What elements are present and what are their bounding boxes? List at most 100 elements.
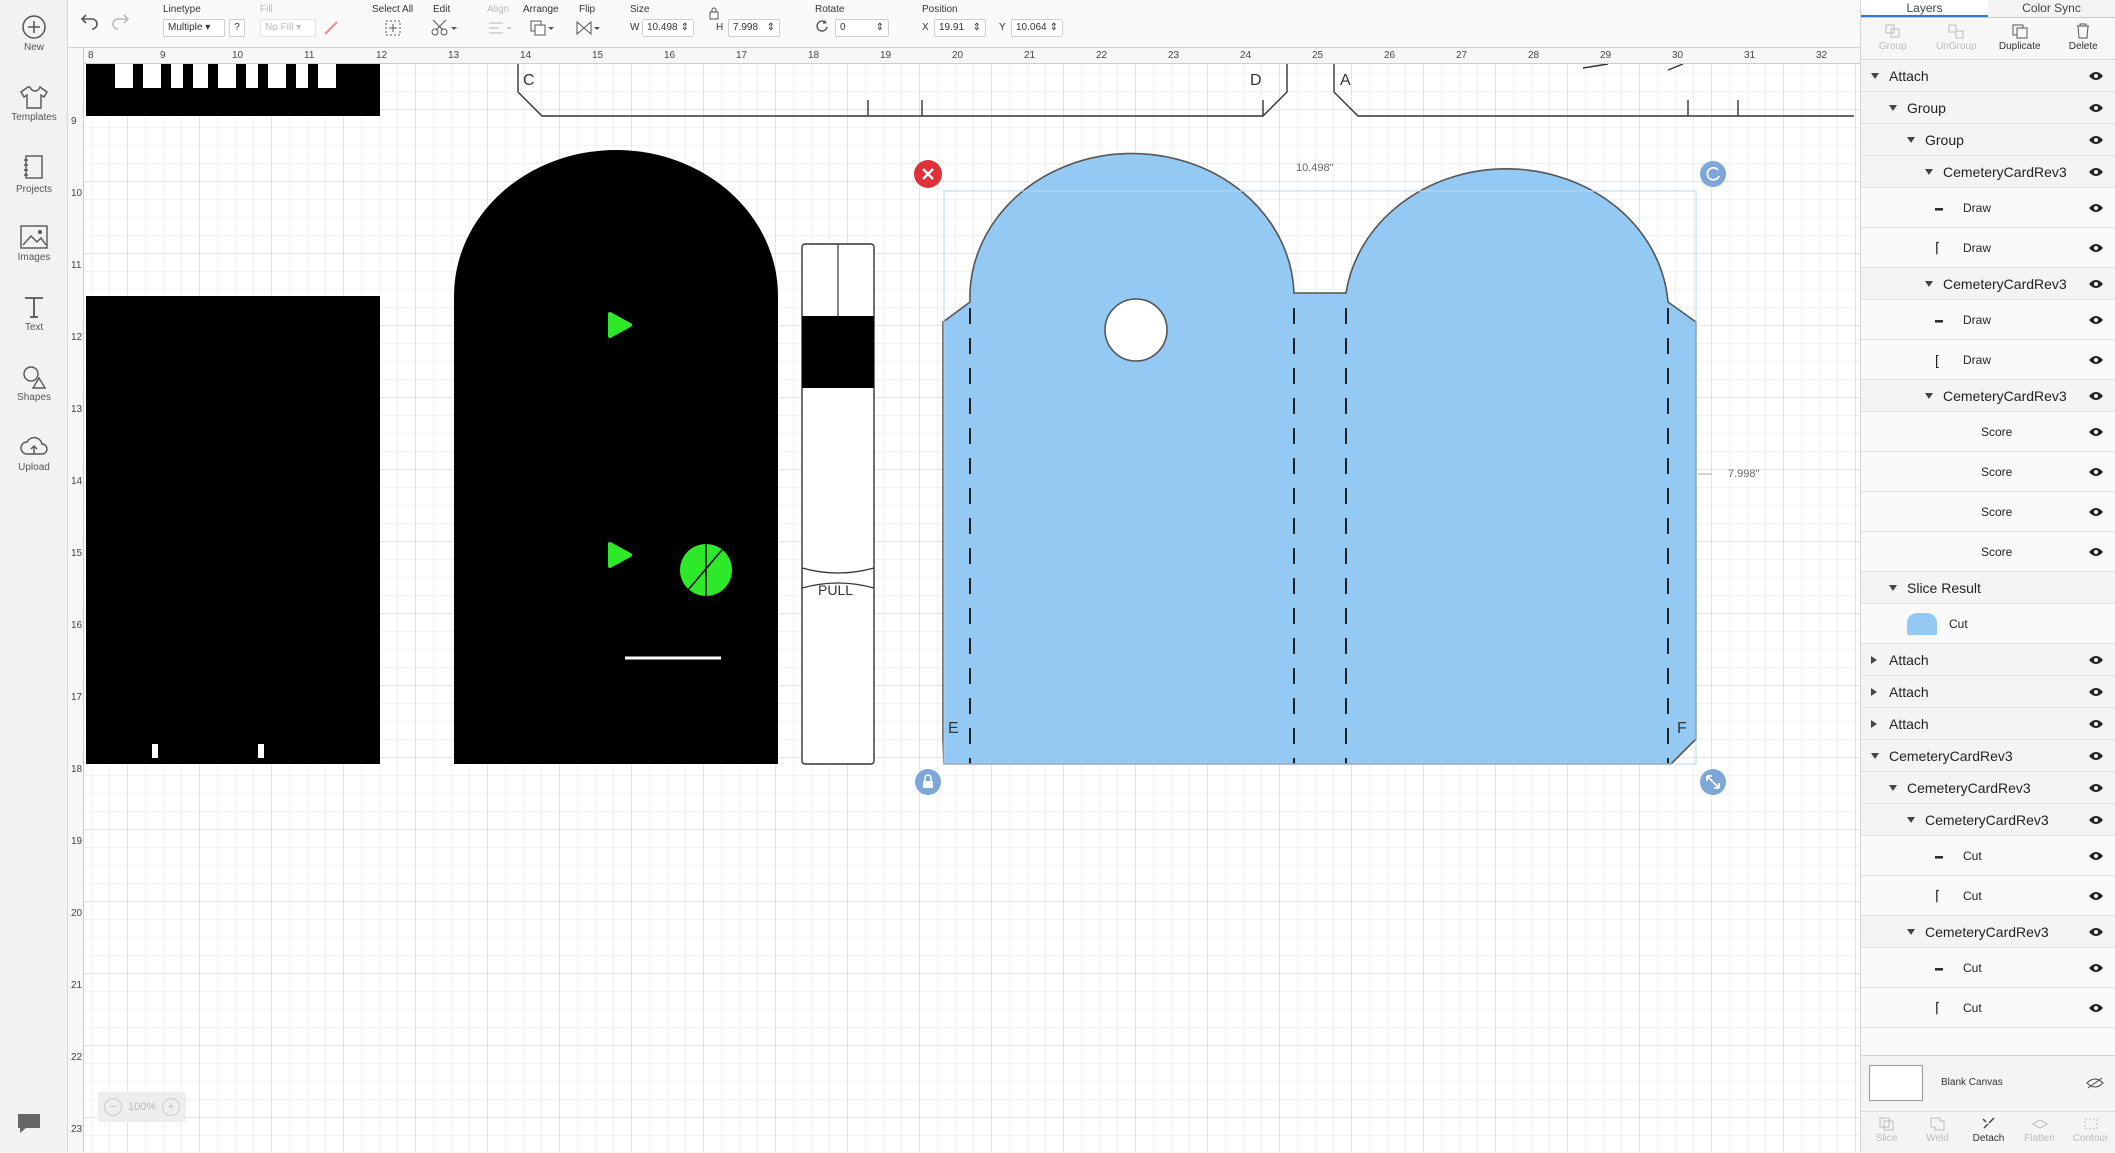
chevron-down-icon[interactable] <box>1871 73 1879 79</box>
eye-icon[interactable] <box>2088 103 2104 113</box>
layer-group-row[interactable]: CemeteryCardRev3 <box>1861 804 2115 836</box>
black-panel-left[interactable] <box>86 296 380 764</box>
lock-handle[interactable] <box>915 769 941 795</box>
eye-icon[interactable] <box>2088 279 2104 289</box>
eye-icon[interactable] <box>2088 719 2104 729</box>
rotate-input[interactable]: 0⇕ <box>835 19 889 37</box>
layer-item-row[interactable]: ▬Draw <box>1861 188 2115 228</box>
layer-group-row[interactable]: CemeteryCardRev3 <box>1861 156 2115 188</box>
chevron-down-icon[interactable] <box>1889 585 1897 591</box>
ungroup-button[interactable]: UnGroup <box>1925 18 1989 59</box>
eye-icon[interactable] <box>2088 891 2104 901</box>
duplicate-button[interactable]: Duplicate <box>1988 18 2052 59</box>
scissors-icon[interactable] <box>430 18 458 38</box>
nav-new[interactable]: New <box>0 14 68 53</box>
chevron-down-icon[interactable] <box>1907 929 1915 935</box>
chevron-right-icon[interactable] <box>1871 656 1877 664</box>
layer-item-row[interactable]: ▬Cut <box>1861 948 2115 988</box>
resize-handle[interactable] <box>1700 769 1726 795</box>
align-icon[interactable] <box>486 18 514 38</box>
chevron-down-icon[interactable] <box>1871 753 1879 759</box>
chevron-right-icon[interactable] <box>1871 688 1877 696</box>
group-button[interactable]: Group <box>1861 18 1925 59</box>
contour-button[interactable]: Contour <box>2065 1112 2115 1153</box>
layer-group-row[interactable]: CemeteryCardRev3 <box>1861 268 2115 300</box>
top-left-strip[interactable] <box>86 64 380 116</box>
eye-icon[interactable] <box>2088 135 2104 145</box>
nav-images[interactable]: Images <box>0 224 68 263</box>
y-input[interactable]: 10.064⇕ <box>1011 19 1063 37</box>
layer-group-row[interactable]: Attach <box>1861 60 2115 92</box>
layer-group-row[interactable]: CemeteryCardRev3 <box>1861 772 2115 804</box>
nav-shapes[interactable]: Shapes <box>0 364 68 403</box>
eye-hidden-icon[interactable] <box>2086 1077 2104 1089</box>
layer-item-row[interactable]: Score <box>1861 492 2115 532</box>
layer-group-row[interactable]: Group <box>1861 92 2115 124</box>
pull-tab[interactable] <box>802 244 874 764</box>
layer-group-row[interactable]: Attach <box>1861 676 2115 708</box>
nav-projects[interactable]: Projects <box>0 154 68 195</box>
flatten-button[interactable]: Flatten <box>2014 1112 2065 1153</box>
linetype-help-button[interactable]: ? <box>229 19 245 37</box>
eye-icon[interactable] <box>2088 851 2104 861</box>
layer-item-row[interactable]: ⌈Draw <box>1861 228 2115 268</box>
x-input[interactable]: 19.91⇕ <box>934 19 986 37</box>
chevron-down-icon[interactable] <box>1925 281 1933 287</box>
fill-select[interactable]: No Fill ▾ <box>260 19 316 37</box>
black-arched-panel[interactable] <box>454 150 778 764</box>
eye-icon[interactable] <box>2088 815 2104 825</box>
slice-button[interactable]: Slice <box>1861 1112 1912 1153</box>
tab-layers[interactable]: Layers <box>1861 0 1988 17</box>
layer-group-row[interactable]: Attach <box>1861 644 2115 676</box>
eye-icon[interactable] <box>2088 751 2104 761</box>
chevron-down-icon[interactable] <box>1889 105 1897 111</box>
layer-item-row[interactable]: ▬Draw <box>1861 300 2115 340</box>
linetype-select[interactable]: Multiple ▾ <box>163 19 225 37</box>
delete-handle[interactable] <box>914 160 942 188</box>
select-all-icon[interactable] <box>383 18 403 38</box>
flip-icon[interactable] <box>574 18 602 38</box>
eye-icon[interactable] <box>2088 687 2104 697</box>
eye-icon[interactable] <box>2088 315 2104 325</box>
height-input[interactable]: 7.998⇕ <box>728 19 780 37</box>
layer-item-row[interactable]: Score <box>1861 532 2115 572</box>
chevron-down-icon[interactable] <box>1925 169 1933 175</box>
eye-icon[interactable] <box>2088 655 2104 665</box>
layer-group-row[interactable]: CemeteryCardRev3 <box>1861 380 2115 412</box>
delete-button[interactable]: Delete <box>2052 18 2115 59</box>
layer-item-row[interactable]: [Draw <box>1861 340 2115 380</box>
layer-item-row[interactable]: Score <box>1861 412 2115 452</box>
layer-group-row[interactable]: Group <box>1861 124 2115 156</box>
eye-icon[interactable] <box>2088 467 2104 477</box>
eye-icon[interactable] <box>2088 355 2104 365</box>
tab-color-sync[interactable]: Color Sync <box>1988 0 2115 17</box>
layer-group-row[interactable]: CemeteryCardRev3 <box>1861 916 2115 948</box>
design-canvas[interactable]: 8910111213141516171819202122232425262728… <box>68 48 1860 1152</box>
layer-group-row[interactable]: CemeteryCardRev3 <box>1861 740 2115 772</box>
eye-icon[interactable] <box>2088 203 2104 213</box>
chat-icon[interactable] <box>14 1110 44 1136</box>
chevron-down-icon[interactable] <box>1907 817 1915 823</box>
zoom-out-button[interactable]: − <box>104 1098 122 1116</box>
eye-icon[interactable] <box>2088 547 2104 557</box>
layer-item-row[interactable]: Score <box>1861 452 2115 492</box>
eye-icon[interactable] <box>2088 1003 2104 1013</box>
width-input[interactable]: 10.498⇕ <box>642 19 694 37</box>
eye-icon[interactable] <box>2088 71 2104 81</box>
layer-item-row[interactable]: ⌈Cut <box>1861 876 2115 916</box>
nav-text[interactable]: Text <box>0 294 68 333</box>
layer-group-row[interactable]: Slice Result <box>1861 572 2115 604</box>
chevron-down-icon[interactable] <box>1907 137 1915 143</box>
lock-icon[interactable] <box>708 6 720 20</box>
undo-icon[interactable] <box>80 10 100 30</box>
eye-icon[interactable] <box>2088 783 2104 793</box>
chevron-down-icon[interactable] <box>1925 393 1933 399</box>
layer-group-row[interactable]: Attach <box>1861 708 2115 740</box>
eye-icon[interactable] <box>2088 391 2104 401</box>
eye-icon[interactable] <box>2088 927 2104 937</box>
layer-item-row[interactable]: Cut <box>1861 604 2115 644</box>
arrange-icon[interactable] <box>528 18 556 38</box>
weld-button[interactable]: Weld <box>1912 1112 1963 1153</box>
eye-icon[interactable] <box>2088 167 2104 177</box>
fill-pen-icon[interactable] <box>322 19 340 37</box>
